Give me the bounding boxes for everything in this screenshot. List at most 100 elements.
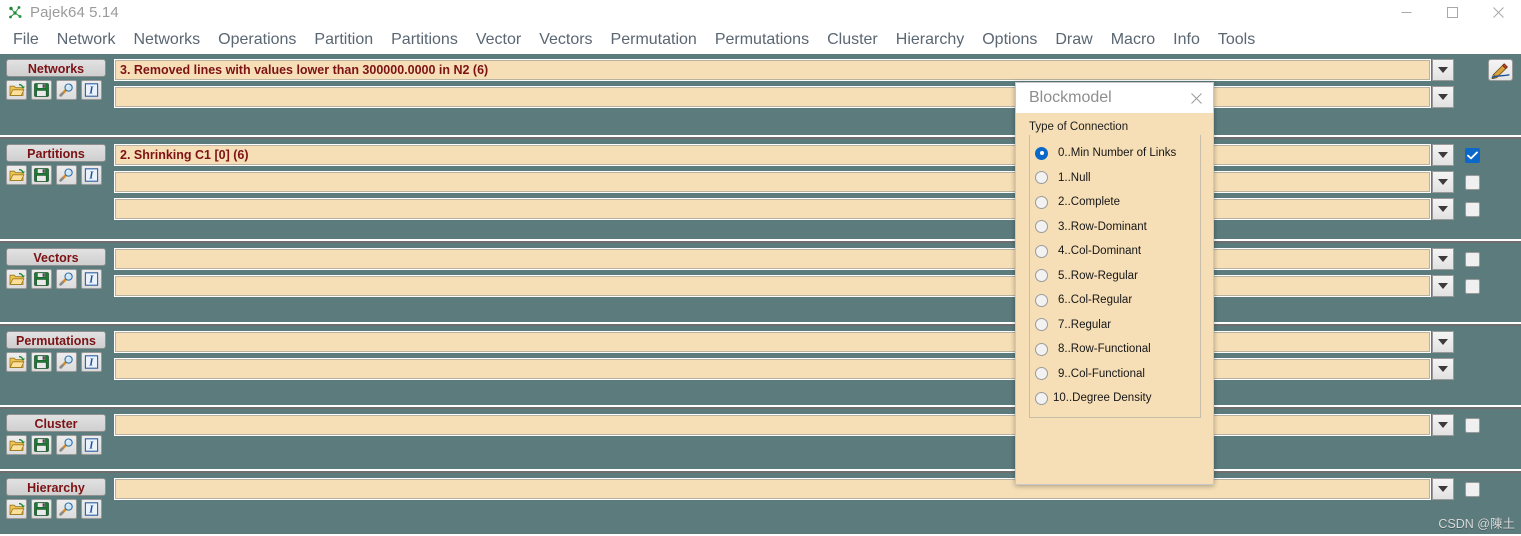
- open-folder-icon[interactable]: [6, 269, 27, 289]
- save-disk-icon[interactable]: [31, 165, 52, 185]
- radio-option-3[interactable]: 3..Row-Dominant: [1030, 215, 1200, 240]
- radio-button-5[interactable]: [1035, 269, 1048, 283]
- chevron-down-icon[interactable]: [1432, 86, 1454, 108]
- panel-checkbox-partitions-2[interactable]: [1465, 201, 1480, 217]
- open-folder-icon[interactable]: [6, 352, 27, 372]
- menu-item-vector[interactable]: Vector: [467, 29, 530, 51]
- chevron-down-icon[interactable]: [1432, 144, 1454, 166]
- panel-label-partitions[interactable]: Partitions: [6, 144, 106, 162]
- menu-item-operations[interactable]: Operations: [209, 29, 305, 51]
- info-italic-i-icon[interactable]: I: [81, 80, 102, 100]
- menu-item-permutations[interactable]: Permutations: [706, 29, 818, 51]
- radio-button-4[interactable]: [1035, 244, 1048, 258]
- menu-item-vectors[interactable]: Vectors: [530, 29, 601, 51]
- chevron-down-icon[interactable]: [1432, 358, 1454, 380]
- panel-label-vectors[interactable]: Vectors: [6, 248, 106, 266]
- panel-checkbox-partitions-0[interactable]: [1465, 147, 1480, 163]
- panel-field-vectors-0[interactable]: [114, 248, 1431, 270]
- radio-option-5[interactable]: 5..Row-Regular: [1030, 264, 1200, 289]
- menu-item-options[interactable]: Options: [973, 29, 1046, 51]
- info-italic-i-icon[interactable]: I: [81, 352, 102, 372]
- maximize-button[interactable]: [1429, 0, 1475, 25]
- menu-item-tools[interactable]: Tools: [1209, 29, 1264, 51]
- menu-item-partition[interactable]: Partition: [305, 29, 382, 51]
- close-button[interactable]: [1475, 0, 1521, 25]
- save-disk-icon[interactable]: [31, 435, 52, 455]
- radio-button-6[interactable]: [1035, 293, 1048, 307]
- panel-label-hierarchy[interactable]: Hierarchy: [6, 478, 106, 496]
- panel-field-partitions-0[interactable]: 2. Shrinking C1 [0] (6): [114, 144, 1431, 166]
- menu-item-permutation[interactable]: Permutation: [602, 29, 706, 51]
- save-disk-icon[interactable]: [31, 352, 52, 372]
- chevron-down-icon[interactable]: [1432, 59, 1454, 81]
- panel-field-partitions-2[interactable]: [114, 198, 1431, 220]
- menu-item-network[interactable]: Network: [48, 29, 125, 51]
- radio-button-0[interactable]: [1035, 146, 1048, 160]
- panel-field-permutations-0[interactable]: [114, 331, 1431, 353]
- chevron-down-icon[interactable]: [1432, 248, 1454, 270]
- open-folder-icon[interactable]: [6, 435, 27, 455]
- chevron-down-icon[interactable]: [1432, 171, 1454, 193]
- open-folder-icon[interactable]: [6, 80, 27, 100]
- menu-item-file[interactable]: File: [4, 29, 48, 51]
- chevron-down-icon[interactable]: [1432, 414, 1454, 436]
- radio-button-1[interactable]: [1035, 171, 1048, 185]
- radio-option-10[interactable]: 10..Degree Density: [1030, 386, 1200, 411]
- magnifier-icon[interactable]: [56, 165, 77, 185]
- panel-field-permutations-1[interactable]: [114, 358, 1431, 380]
- open-folder-icon[interactable]: [6, 165, 27, 185]
- radio-button-3[interactable]: [1035, 220, 1048, 234]
- blockmodel-close-icon[interactable]: [1179, 83, 1213, 113]
- info-italic-i-icon[interactable]: I: [81, 165, 102, 185]
- magnifier-icon[interactable]: [56, 80, 77, 100]
- panel-field-hierarchy-0[interactable]: [114, 478, 1431, 500]
- radio-button-8[interactable]: [1035, 342, 1048, 356]
- radio-button-10[interactable]: [1035, 391, 1048, 405]
- chevron-down-icon[interactable]: [1432, 331, 1454, 353]
- menu-item-draw[interactable]: Draw: [1046, 29, 1101, 51]
- panel-checkbox-partitions-1[interactable]: [1465, 174, 1480, 190]
- info-italic-i-icon[interactable]: I: [81, 269, 102, 289]
- menu-item-macro[interactable]: Macro: [1102, 29, 1164, 51]
- panel-checkbox-cluster-0[interactable]: [1465, 417, 1480, 433]
- menu-item-partitions[interactable]: Partitions: [382, 29, 467, 51]
- radio-option-9[interactable]: 9..Col-Functional: [1030, 362, 1200, 387]
- radio-option-1[interactable]: 1..Null: [1030, 166, 1200, 191]
- panel-checkbox-hierarchy-0[interactable]: [1465, 481, 1480, 497]
- chevron-down-icon[interactable]: [1432, 478, 1454, 500]
- chevron-down-icon[interactable]: [1432, 198, 1454, 220]
- magnifier-icon[interactable]: [56, 352, 77, 372]
- radio-option-4[interactable]: 4..Col-Dominant: [1030, 239, 1200, 264]
- open-folder-icon[interactable]: [6, 499, 27, 519]
- radio-button-7[interactable]: [1035, 318, 1048, 332]
- panel-label-cluster[interactable]: Cluster: [6, 414, 106, 432]
- save-disk-icon[interactable]: [31, 80, 52, 100]
- edit-pencil-icon[interactable]: [1488, 59, 1513, 81]
- info-italic-i-icon[interactable]: I: [81, 435, 102, 455]
- panel-field-networks-1[interactable]: [114, 86, 1431, 108]
- radio-option-0[interactable]: 0..Min Number of Links: [1030, 141, 1200, 166]
- panel-field-networks-0[interactable]: 3. Removed lines with values lower than …: [114, 59, 1431, 81]
- minimize-button[interactable]: [1383, 0, 1429, 25]
- menu-item-networks[interactable]: Networks: [124, 29, 209, 51]
- panel-label-permutations[interactable]: Permutations: [6, 331, 106, 349]
- panel-checkbox-vectors-1[interactable]: [1465, 278, 1480, 294]
- menu-item-hierarchy[interactable]: Hierarchy: [887, 29, 973, 51]
- magnifier-icon[interactable]: [56, 499, 77, 519]
- radio-button-9[interactable]: [1035, 367, 1048, 381]
- magnifier-icon[interactable]: [56, 435, 77, 455]
- menu-item-info[interactable]: Info: [1164, 29, 1209, 51]
- panel-field-vectors-1[interactable]: [114, 275, 1431, 297]
- chevron-down-icon[interactable]: [1432, 275, 1454, 297]
- save-disk-icon[interactable]: [31, 269, 52, 289]
- radio-option-6[interactable]: 6..Col-Regular: [1030, 288, 1200, 313]
- panel-checkbox-vectors-0[interactable]: [1465, 251, 1480, 267]
- save-disk-icon[interactable]: [31, 499, 52, 519]
- panel-field-cluster-0[interactable]: [114, 414, 1431, 436]
- panel-field-partitions-1[interactable]: [114, 171, 1431, 193]
- magnifier-icon[interactable]: [56, 269, 77, 289]
- info-italic-i-icon[interactable]: I: [81, 499, 102, 519]
- menu-item-cluster[interactable]: Cluster: [818, 29, 887, 51]
- radio-option-8[interactable]: 8..Row-Functional: [1030, 337, 1200, 362]
- radio-button-2[interactable]: [1035, 195, 1048, 209]
